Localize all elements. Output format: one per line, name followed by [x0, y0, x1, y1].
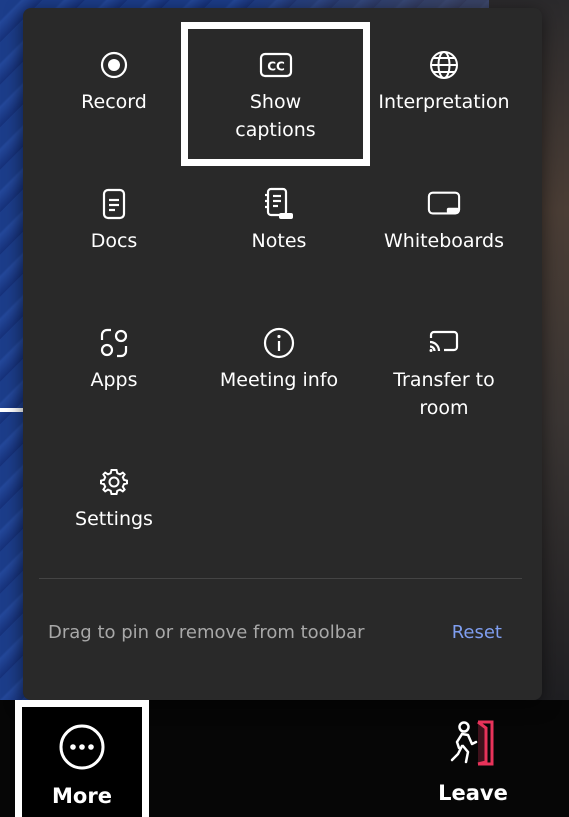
meeting-stage: Record CC Show captions Interpretation D…	[0, 0, 569, 817]
panel-divider	[39, 578, 522, 579]
pin-hint-text: Drag to pin or remove from toolbar	[48, 622, 365, 643]
leave-label: Leave	[438, 781, 508, 805]
transfer-to-room-label: Transfer to room	[393, 369, 495, 419]
svg-text:CC: CC	[267, 60, 285, 74]
more-label: More	[52, 784, 112, 808]
gear-icon	[97, 465, 131, 499]
show-captions-button[interactable]: CC Show captions	[181, 22, 370, 166]
reset-link[interactable]: Reset	[452, 622, 502, 643]
settings-label: Settings	[75, 508, 153, 530]
document-icon	[97, 187, 131, 221]
more-button[interactable]: More	[15, 700, 149, 817]
apps-icon	[97, 326, 131, 360]
meeting-info-label: Meeting info	[219, 369, 339, 391]
globe-icon	[427, 48, 461, 82]
transfer-to-room-button[interactable]: Transfer to room	[361, 300, 527, 432]
interpretation-label: Interpretation	[378, 91, 510, 113]
apps-label: Apps	[90, 369, 138, 391]
notebook-icon	[262, 187, 296, 221]
record-icon	[97, 48, 131, 82]
docs-label: Docs	[90, 230, 138, 252]
whiteboards-label: Whiteboards	[383, 230, 504, 252]
settings-button[interactable]: Settings	[31, 439, 197, 571]
more-options-icon	[58, 723, 106, 776]
more-actions-panel: Record CC Show captions Interpretation D…	[23, 8, 542, 700]
whiteboards-button[interactable]: Whiteboards	[361, 161, 527, 293]
leave-button[interactable]: Leave	[430, 718, 516, 805]
cast-icon	[427, 326, 461, 360]
leave-door-icon	[448, 718, 498, 773]
interpretation-button[interactable]: Interpretation	[361, 22, 527, 154]
apps-button[interactable]: Apps	[31, 300, 197, 432]
notes-button[interactable]: Notes	[196, 161, 362, 293]
show-captions-label: Show captions	[235, 91, 316, 141]
notes-label: Notes	[251, 230, 307, 252]
docs-button[interactable]: Docs	[31, 161, 197, 293]
record-label: Record	[81, 91, 147, 113]
closed-captions-icon: CC	[259, 48, 293, 82]
whiteboard-icon	[427, 187, 461, 221]
record-button[interactable]: Record	[31, 22, 197, 154]
meeting-info-button[interactable]: Meeting info	[196, 300, 362, 432]
info-icon	[262, 326, 296, 360]
